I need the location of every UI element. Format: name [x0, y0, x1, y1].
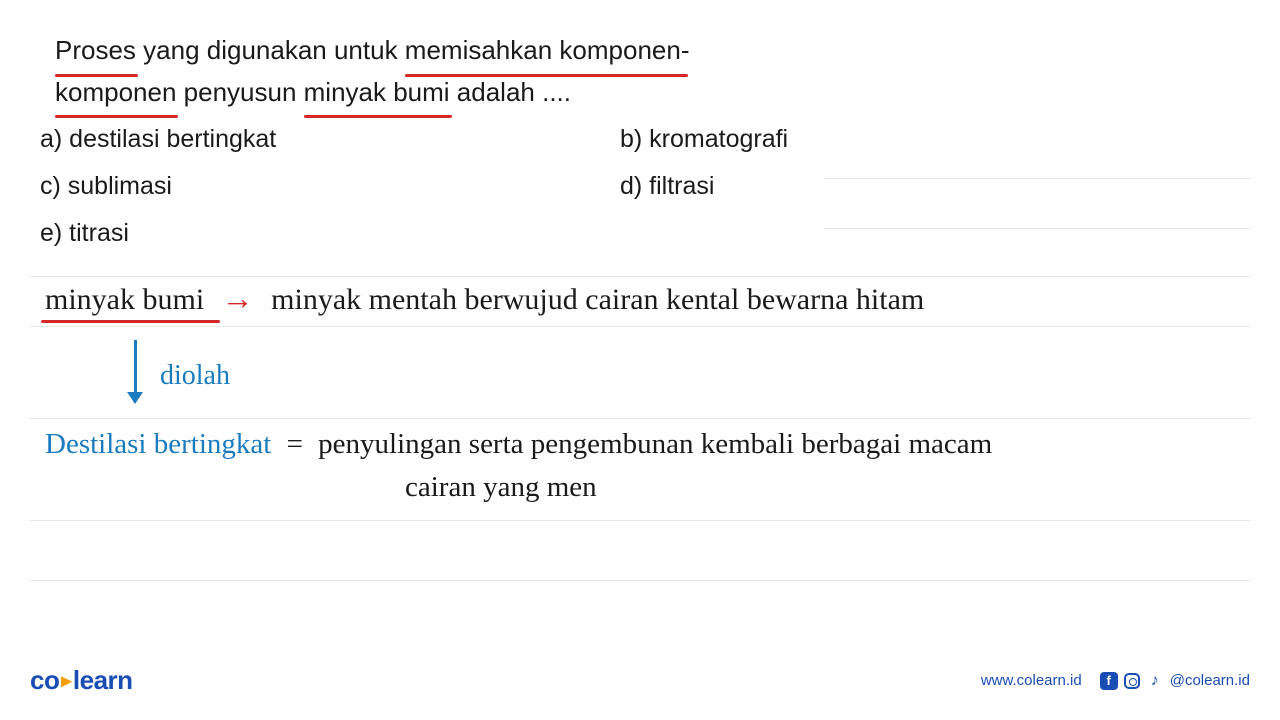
social-icons: f ♪ @colearn.id: [1100, 672, 1250, 690]
rule-line: [824, 228, 1250, 229]
footer-right: www.colearn.id f ♪ @colearn.id: [981, 672, 1250, 690]
footer-url: www.colearn.id: [981, 672, 1082, 689]
diolah-arrow-block: diolah: [120, 340, 143, 404]
facebook-icon: f: [1100, 672, 1118, 690]
q-text: penyusun: [176, 77, 303, 107]
rule-line: [30, 276, 1250, 277]
rule-line: [30, 326, 1250, 327]
underline-red: [55, 115, 178, 118]
q-text: yang digunakan untuk: [136, 35, 405, 65]
rule-line: [30, 520, 1250, 521]
hw-term-destilasi: Destilasi bertingkat: [45, 428, 271, 460]
logo-part-co: co: [30, 665, 59, 695]
arrow-right-icon: →: [222, 280, 254, 316]
option-b: b) kromatografi: [620, 125, 788, 154]
arrow-down-head-icon: [127, 392, 143, 404]
hw-definition-2a: penyulingan serta pengembunan kembali be…: [318, 428, 992, 460]
rule-line: [30, 580, 1250, 581]
q-word-minyak-bumi: minyak bumi: [304, 72, 450, 114]
hw-diolah-label: diolah: [160, 360, 230, 392]
hw-definition-1: minyak mentah berwujud cairan kental bew…: [271, 283, 924, 316]
q-text: Proses: [55, 35, 136, 65]
hw-definition-2b: cairan yang men: [405, 471, 992, 504]
answer-options: a) destilasi bertingkat b) kromatografi …: [40, 125, 788, 266]
footer-handle: @colearn.id: [1170, 672, 1250, 689]
arrow-down-line: [134, 340, 137, 392]
option-d: d) filtrasi: [620, 172, 714, 201]
question-text: Proses yang digunakan untuk memisahkan k…: [55, 30, 690, 113]
logo-dot-icon: ▸: [61, 670, 71, 692]
equals-sign: =: [287, 428, 303, 460]
colearn-logo: co▸learn: [30, 665, 133, 696]
handwriting-line-2: Destilasi bertingkat = penyulingan serta…: [45, 428, 992, 504]
hw-text: minyak bumi: [45, 283, 204, 316]
q-word-proses: Proses: [55, 30, 136, 72]
rule-line: [824, 178, 1250, 179]
footer: co▸learn www.colearn.id f ♪ @colearn.id: [30, 665, 1250, 696]
q-text: komponen: [55, 77, 176, 107]
q-text: memisahkan komponen-: [405, 35, 690, 65]
underline-red: [304, 115, 452, 118]
handwriting-line-1: minyak bumi → minyak mentah berwujud cai…: [45, 280, 924, 317]
logo-part-learn: learn: [73, 665, 133, 695]
rule-line: [30, 418, 1250, 419]
q-text: minyak bumi: [304, 77, 450, 107]
underline-red: [41, 320, 220, 323]
q-text: adalah ....: [450, 77, 571, 107]
option-a: a) destilasi bertingkat: [40, 125, 620, 154]
option-e: e) titrasi: [40, 219, 620, 248]
instagram-icon: [1124, 673, 1140, 689]
option-c: c) sublimasi: [40, 172, 620, 201]
tiktok-icon: ♪: [1146, 672, 1164, 690]
hw-term-minyak-bumi: minyak bumi: [45, 283, 204, 317]
q-word-komponen: komponen: [55, 72, 176, 114]
q-word-memisahkan: memisahkan komponen-: [405, 30, 690, 72]
